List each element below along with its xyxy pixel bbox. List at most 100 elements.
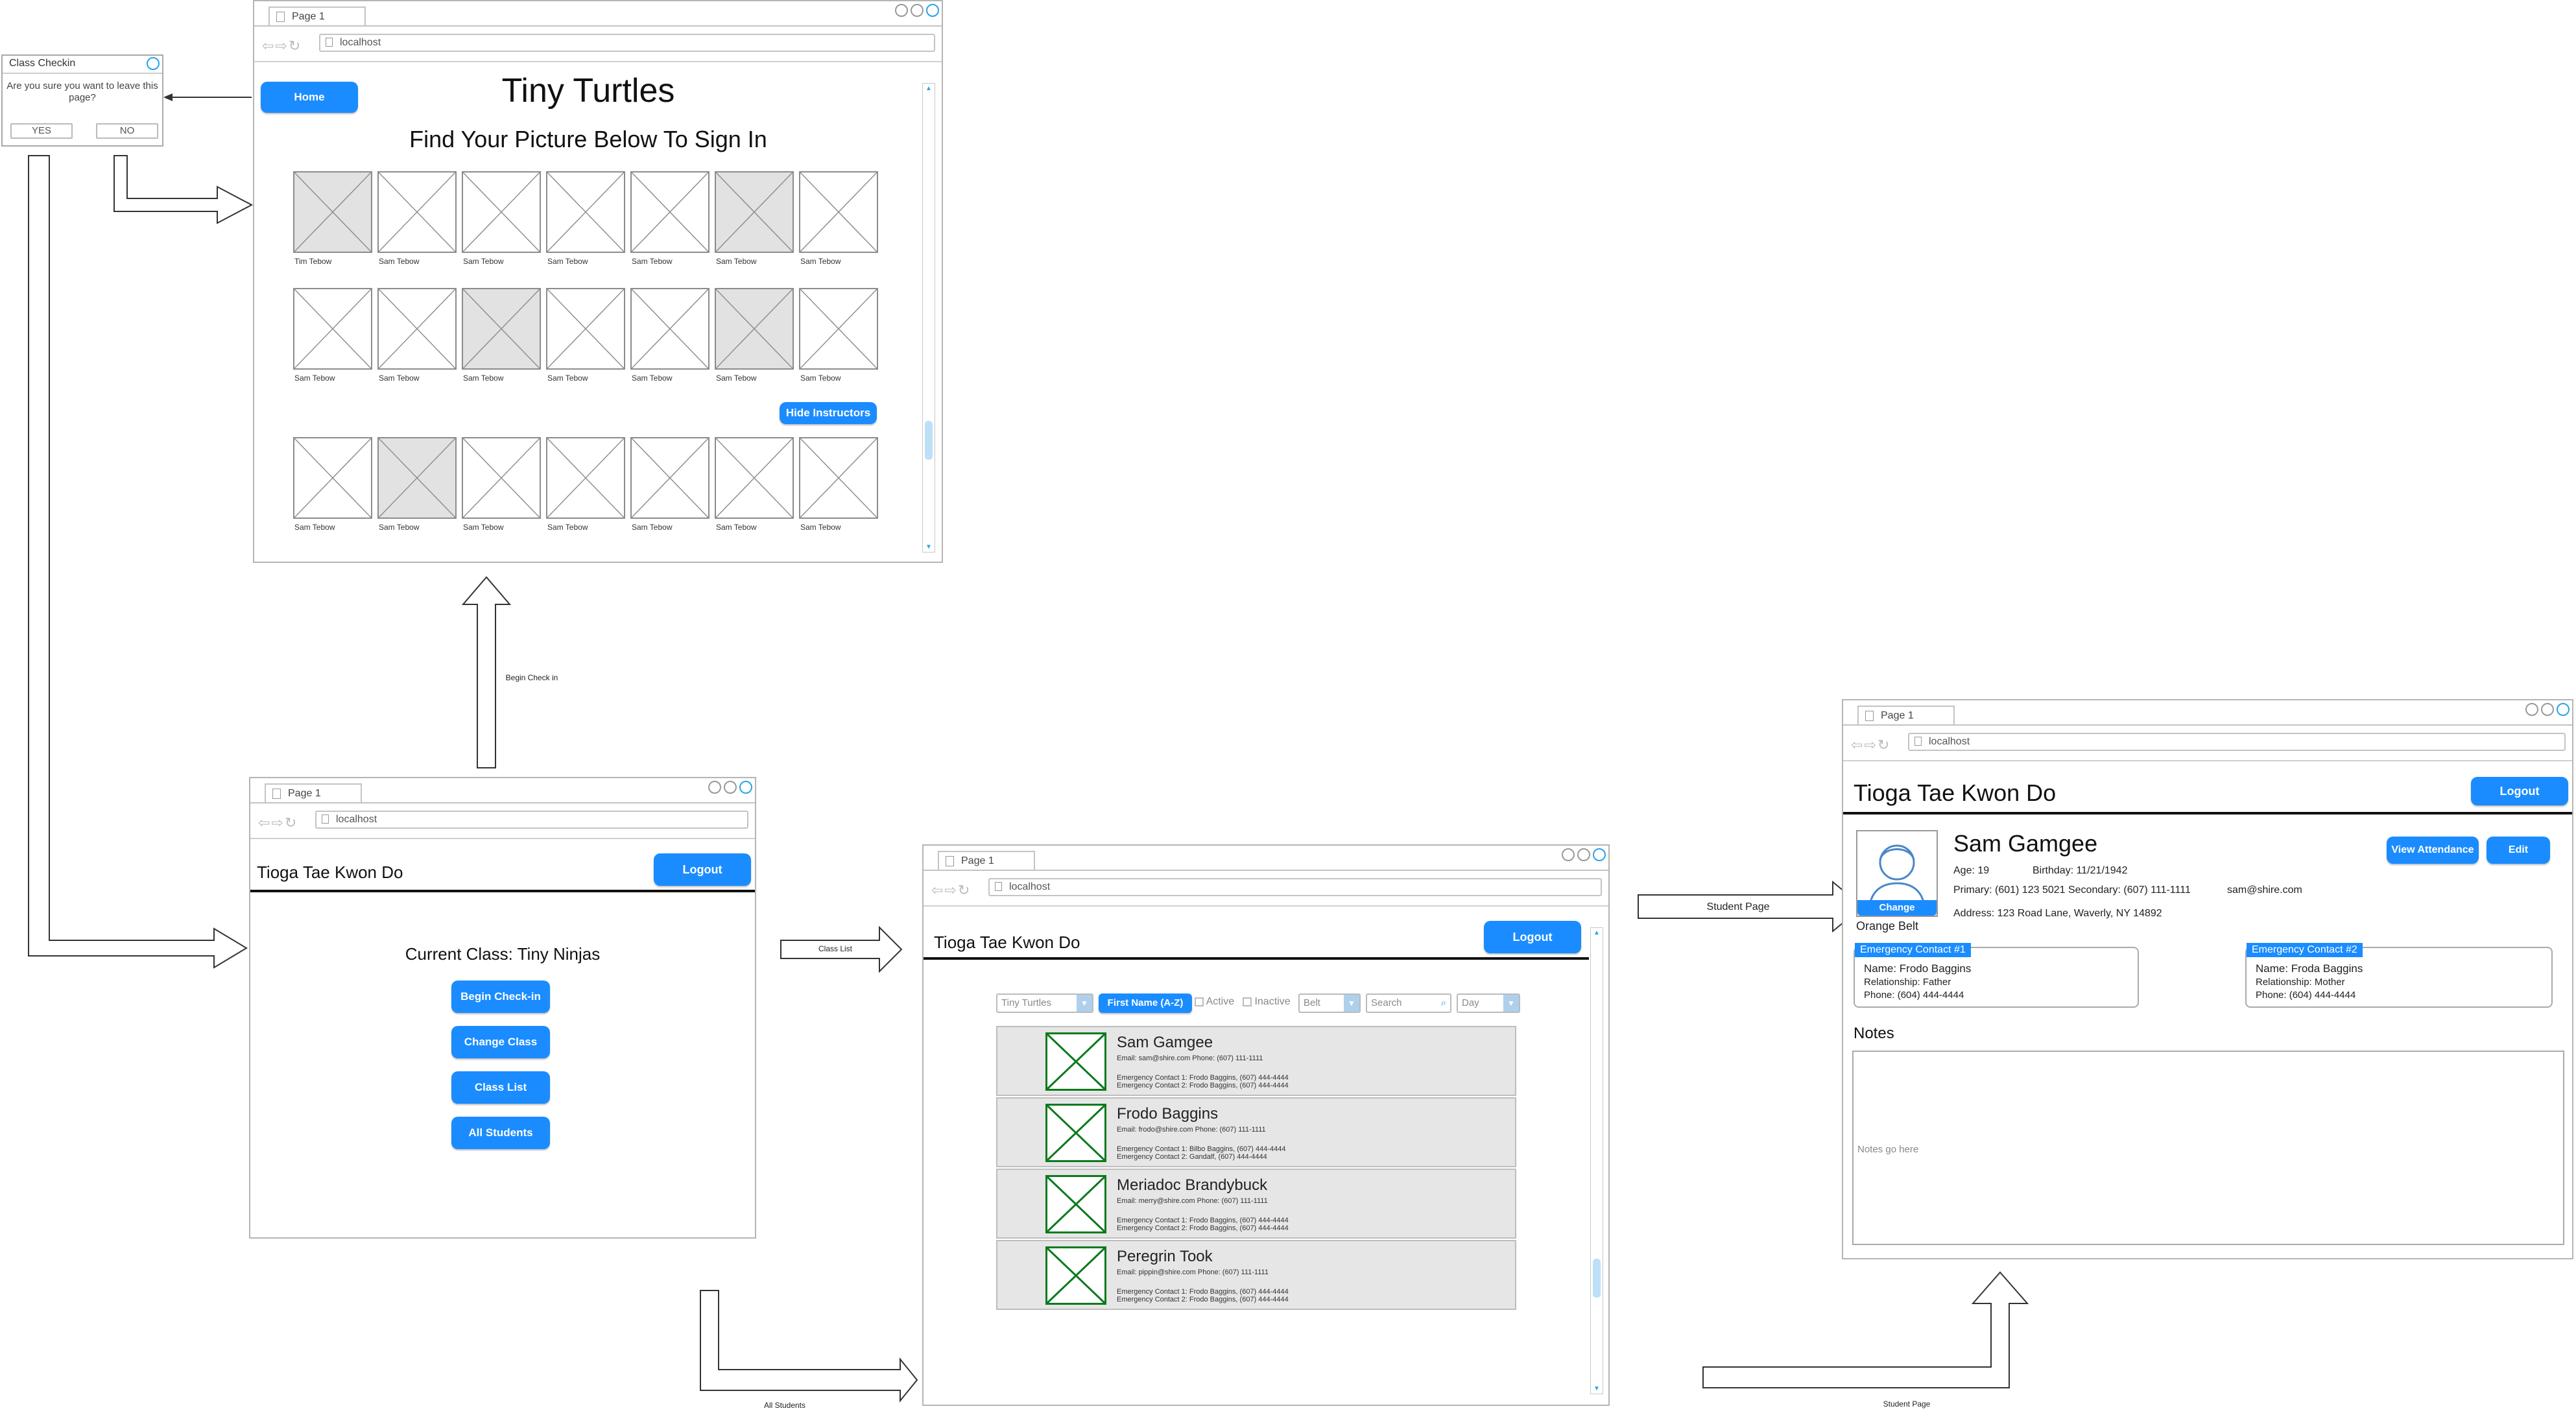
- maximize-icon[interactable]: [1577, 848, 1590, 861]
- sort-first-name-button[interactable]: First Name (A-Z): [1099, 993, 1192, 1013]
- student-photo[interactable]: [546, 171, 625, 253]
- emergency-contact-2: Emergency Contact 2: Frodo Baggins, (607…: [1117, 1224, 1289, 1232]
- no-button[interactable]: NO: [96, 123, 158, 139]
- search-input[interactable]: Search ⌕: [1366, 993, 1451, 1013]
- student-photo[interactable]: [546, 437, 625, 519]
- student-photo[interactable]: [293, 288, 372, 370]
- student-photo-caption: Sam Tebow: [379, 374, 420, 383]
- student-photo[interactable]: [462, 171, 541, 253]
- image-placeholder-icon: [1046, 1247, 1106, 1304]
- change-photo-button[interactable]: Change: [1857, 900, 1937, 916]
- close-icon[interactable]: [926, 4, 939, 17]
- yes-button[interactable]: YES: [10, 123, 73, 139]
- url-bar[interactable]: localhost: [988, 878, 1602, 896]
- student-photo[interactable]: [715, 171, 794, 253]
- student-photo-caption: Sam Tebow: [632, 257, 673, 266]
- url-bar[interactable]: localhost: [1908, 733, 2566, 751]
- image-placeholder-icon: [294, 289, 371, 368]
- close-icon[interactable]: [2557, 703, 2570, 716]
- belt-select[interactable]: Belt ▼: [1298, 993, 1361, 1013]
- minimize-icon[interactable]: [1562, 848, 1575, 861]
- logout-button[interactable]: Logout: [654, 853, 751, 886]
- student-photo[interactable]: [715, 288, 794, 370]
- student-photo[interactable]: [462, 437, 541, 519]
- page-icon: [946, 856, 954, 866]
- student-photo: [1045, 1032, 1106, 1091]
- browser-tab[interactable]: Page 1: [938, 851, 1035, 870]
- hide-instructors-button[interactable]: Hide Instructors: [780, 402, 877, 424]
- url-bar[interactable]: localhost: [319, 34, 935, 52]
- edit-button[interactable]: Edit: [2487, 837, 2550, 864]
- student-photo[interactable]: [377, 171, 457, 253]
- nav-arrows-icon[interactable]: ⇦⇨↻: [258, 815, 298, 831]
- maximize-icon[interactable]: [724, 781, 737, 794]
- student-photo-caption: Sam Tebow: [800, 374, 841, 383]
- checkin-window: Page 1 ⇦⇨↻ localhost Home Tiny Turtles F…: [253, 0, 943, 563]
- active-checkbox[interactable]: Active: [1195, 996, 1234, 1008]
- emergency-contact-2: Emergency Contact 2: Gandalf, (607) 444-…: [1117, 1153, 1267, 1161]
- emergency-contact-2-label: Emergency Contact #2: [2247, 943, 2363, 957]
- emergency-contact-1: Emergency Contact 1: Frodo Baggins, (607…: [1117, 1288, 1289, 1296]
- emergency-contact-1-label: Emergency Contact #1: [1855, 943, 1971, 957]
- scrollbar[interactable]: ▲ ▼: [1590, 927, 1603, 1394]
- student-row[interactable]: Sam Gamgee Email: sam@shire.com Phone: (6…: [996, 1026, 1516, 1096]
- student-photo[interactable]: [630, 171, 710, 253]
- page-icon: [272, 789, 281, 799]
- browser-tab[interactable]: Page 1: [265, 783, 362, 803]
- browser-tab[interactable]: Page 1: [1857, 706, 1955, 725]
- student-row[interactable]: Frodo Baggins Email: frodo@shire.com Phon…: [996, 1097, 1516, 1167]
- label-begin-check-in: Begin Check in: [505, 673, 558, 682]
- student-photo[interactable]: [377, 437, 457, 519]
- student-photo[interactable]: [630, 437, 710, 519]
- student-name: Frodo Baggins: [1117, 1105, 1219, 1123]
- maximize-icon[interactable]: [911, 4, 924, 17]
- nav-arrows-icon[interactable]: ⇦⇨↻: [1851, 737, 1890, 754]
- url-bar[interactable]: localhost: [315, 811, 748, 829]
- emergency-contact-1: Emergency Contact 1: Frodo Baggins, (607…: [1117, 1217, 1289, 1224]
- student-photo: [1045, 1175, 1106, 1233]
- student-photo[interactable]: [799, 437, 878, 519]
- day-select[interactable]: Day ▼: [1457, 993, 1520, 1013]
- ec1-relationship: Relationship: Father: [1864, 977, 1951, 988]
- student-age: Age: 19: [1953, 865, 1990, 876]
- dialog-message: Are you sure you want to leave this page…: [6, 80, 158, 103]
- student-photo[interactable]: [293, 171, 372, 253]
- nav-arrows-icon[interactable]: ⇦⇨↻: [931, 882, 971, 899]
- browser-tab[interactable]: Page 1: [268, 6, 366, 26]
- minimize-icon[interactable]: [2525, 703, 2538, 716]
- close-icon[interactable]: [147, 57, 160, 70]
- student-photo[interactable]: [546, 288, 625, 370]
- logout-button[interactable]: Logout: [2471, 777, 2568, 805]
- student-photo[interactable]: [462, 288, 541, 370]
- begin-check-in-button[interactable]: Begin Check-in: [451, 981, 550, 1013]
- scrollbar[interactable]: ▲ ▼: [922, 83, 935, 553]
- view-attendance-button[interactable]: View Attendance: [2387, 837, 2479, 864]
- logout-button[interactable]: Logout: [1484, 921, 1581, 953]
- student-photo[interactable]: [799, 171, 878, 253]
- nav-arrows-icon[interactable]: ⇦⇨↻: [262, 38, 302, 54]
- student-photo[interactable]: [377, 288, 457, 370]
- student-photo[interactable]: [630, 288, 710, 370]
- image-placeholder-icon: [547, 172, 624, 252]
- ec2-phone: Phone: (604) 444-4444: [2256, 990, 2356, 1001]
- maximize-icon[interactable]: [2541, 703, 2554, 716]
- label-class-list: Class List: [818, 944, 852, 953]
- student-photo[interactable]: [293, 437, 372, 519]
- student-photo[interactable]: [799, 288, 878, 370]
- arrow-yes-to-home: [28, 155, 248, 969]
- student-photo[interactable]: [715, 437, 794, 519]
- minimize-icon[interactable]: [708, 781, 721, 794]
- close-icon[interactable]: [1593, 848, 1606, 861]
- close-icon[interactable]: [739, 781, 752, 794]
- notes-textarea[interactable]: Notes go here: [1852, 1051, 2564, 1245]
- student-row[interactable]: Meriadoc Brandybuck Email: merry@shire.co…: [996, 1169, 1516, 1239]
- class-list-button[interactable]: Class List: [451, 1071, 550, 1104]
- student-row[interactable]: Peregrin Took Email: pippin@shire.com Pho…: [996, 1240, 1516, 1310]
- minimize-icon[interactable]: [895, 4, 908, 17]
- checkbox-icon: [1243, 997, 1252, 1006]
- class-select[interactable]: Tiny Turtles ▼: [996, 993, 1093, 1013]
- all-students-button[interactable]: All Students: [451, 1117, 550, 1149]
- change-class-button[interactable]: Change Class: [451, 1026, 550, 1058]
- inactive-checkbox[interactable]: Inactive: [1243, 996, 1291, 1008]
- student-name: Sam Gamgee: [1953, 830, 2098, 857]
